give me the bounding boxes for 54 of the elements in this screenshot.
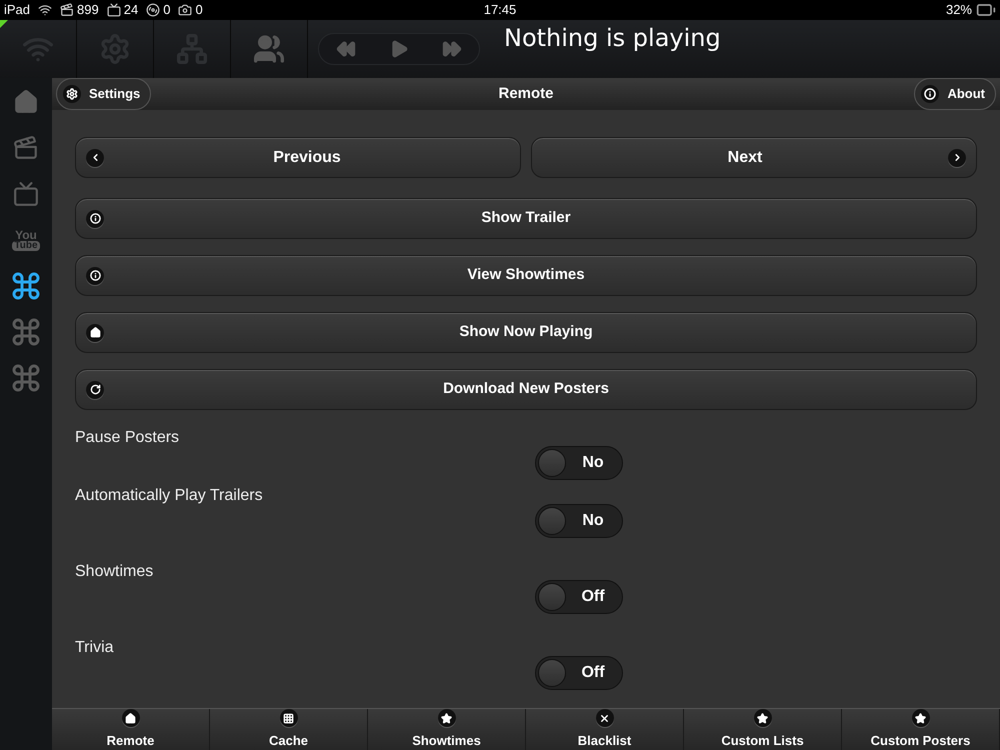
info-icon (86, 266, 104, 284)
setting-label: Trivia (75, 638, 115, 656)
home-icon[interactable] (13, 89, 39, 115)
toggle-switch[interactable]: No (535, 446, 623, 480)
settings-icon (63, 85, 81, 103)
action-button[interactable]: Download New Posters (75, 369, 977, 410)
tab[interactable]: Showtimes (368, 709, 526, 750)
tab[interactable]: Blacklist (526, 709, 684, 750)
toggle-switch[interactable]: Off (535, 580, 623, 614)
device-name: iPad (4, 1, 30, 20)
next-button[interactable]: Next (531, 137, 977, 178)
info-icon (921, 85, 940, 103)
toggle-switch[interactable]: Off (535, 656, 623, 690)
counter-value: 0 (163, 1, 170, 20)
refresh-icon (86, 380, 104, 398)
about-button[interactable]: About (914, 78, 996, 110)
corner-marker-icon (0, 20, 8, 28)
action-button[interactable]: View Showtimes (75, 255, 977, 296)
counter-value: 0 (195, 1, 203, 20)
action-button[interactable]: Show Now Playing (75, 312, 977, 353)
settings-button[interactable]: Settings (56, 78, 152, 110)
setting-label: Automatically Play Trailers (75, 486, 264, 504)
chevron-left-icon (86, 148, 104, 166)
home-icon (86, 324, 104, 342)
clapperboard-icon[interactable] (13, 135, 39, 161)
chevron-right-icon (948, 148, 966, 166)
setting-label: Showtimes (75, 562, 154, 580)
home-icon (122, 709, 140, 727)
previous-button[interactable]: Previous (75, 137, 521, 178)
tab[interactable]: Remote (52, 709, 210, 750)
command-icon[interactable] (10, 270, 42, 302)
fast-forward-icon[interactable] (442, 39, 462, 59)
counter-value: 24 (124, 1, 138, 20)
info-icon (86, 210, 104, 228)
camera-icon (178, 3, 192, 17)
rewind-icon[interactable] (336, 39, 356, 59)
tab[interactable]: Custom Lists (684, 709, 842, 750)
tv-icon (106, 3, 121, 17)
now-playing-text: Nothing is playing (504, 23, 721, 54)
setting-label: Pause Posters (75, 428, 180, 446)
action-button[interactable]: Show Trailer (75, 198, 977, 239)
wifi-icon (38, 3, 52, 17)
clapperboard-icon (60, 3, 74, 17)
clock: 17:45 (484, 1, 516, 20)
counter-value: 899 (77, 1, 99, 20)
tab[interactable]: Custom Posters (842, 709, 1000, 750)
tv-icon[interactable] (13, 181, 39, 207)
battery-level: 32% (946, 1, 972, 20)
toggle-switch[interactable]: No (535, 504, 623, 538)
close-icon (596, 709, 614, 727)
grid-icon (280, 709, 298, 727)
tab[interactable]: Cache (210, 709, 368, 750)
disc-icon (146, 3, 160, 17)
page-title: Remote (498, 84, 554, 104)
